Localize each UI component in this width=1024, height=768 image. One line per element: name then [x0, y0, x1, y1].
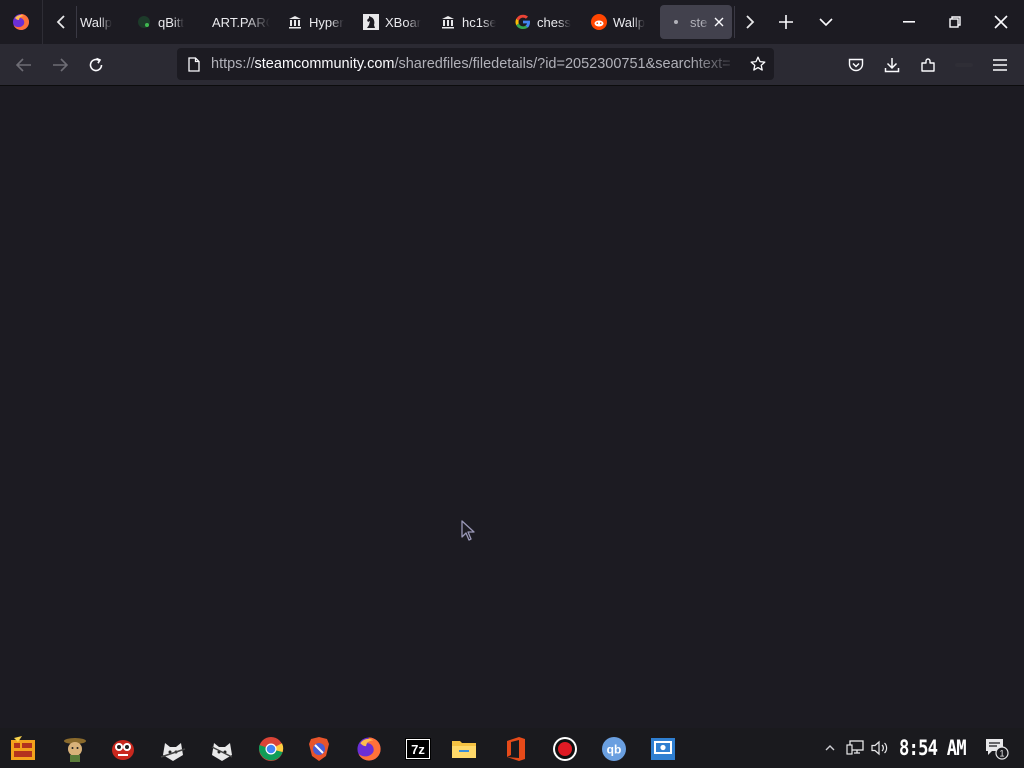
- back-button[interactable]: [8, 49, 40, 81]
- url-host: steamcommunity.com: [254, 56, 395, 72]
- tab-label: ste: [690, 14, 708, 30]
- tab-label: chess: [537, 14, 571, 30]
- game-character-icon[interactable]: [58, 732, 92, 766]
- red-character-icon[interactable]: [106, 732, 140, 766]
- reload-button[interactable]: [80, 49, 112, 81]
- chrome-icon[interactable]: [254, 732, 288, 766]
- page-icon[interactable]: [177, 56, 211, 72]
- pocket-button[interactable]: [840, 49, 872, 81]
- taskbar-clock[interactable]: 8:54 AM: [899, 734, 967, 762]
- qbittorrent-taskbar-icon[interactable]: qb: [597, 732, 631, 766]
- reddit-icon: [591, 14, 607, 30]
- tab-strip: Wallp qBitt ART.PARC Hyper XBoar hc1se c…: [0, 0, 1024, 44]
- url-path: /sharedfiles/filedetails/?id=2052300751&…: [394, 56, 731, 72]
- tab-wallp-2[interactable]: Wallp: [591, 5, 649, 39]
- network-icon[interactable]: [846, 728, 864, 768]
- scroll-tabs-left-button[interactable]: [46, 6, 77, 38]
- 7zip-icon[interactable]: 7z: [401, 732, 435, 766]
- downloads-button[interactable]: [876, 49, 908, 81]
- tab-label: Wallp: [613, 14, 646, 30]
- tab-label: hc1se: [462, 14, 496, 30]
- extension-icon[interactable]: [948, 49, 980, 81]
- tab-artparc[interactable]: ART.PARC: [212, 5, 270, 39]
- list-all-tabs-button[interactable]: [811, 6, 841, 38]
- tab-steam-active[interactable]: ste: [660, 5, 732, 39]
- firefox-icon[interactable]: [352, 732, 386, 766]
- page-content[interactable]: [0, 86, 1024, 728]
- screen-recorder-icon[interactable]: [548, 732, 582, 766]
- museum-icon: [440, 14, 456, 30]
- navigation-toolbar: https://steamcommunity.com/sharedfiles/f…: [0, 44, 1024, 86]
- notification-center-button[interactable]: 1: [982, 728, 1012, 768]
- svg-text:qb: qb: [607, 743, 622, 757]
- firefox-logo-icon[interactable]: [0, 0, 43, 44]
- tab-chess[interactable]: chess: [515, 5, 573, 39]
- tab-label: XBoar: [385, 14, 421, 30]
- remote-desktop-icon[interactable]: [646, 732, 680, 766]
- taskbar: 7z qb 8:54 AM 1: [0, 728, 1024, 768]
- tab-label: ART.PARC: [212, 14, 270, 30]
- loading-dot-icon: [668, 14, 684, 30]
- show-hidden-icons-button[interactable]: [824, 728, 836, 768]
- cat-app-icon-1[interactable]: [156, 732, 190, 766]
- url-bar[interactable]: https://steamcommunity.com/sharedfiles/f…: [177, 48, 774, 80]
- notification-count: 1: [999, 749, 1004, 759]
- scroll-tabs-right-button[interactable]: [734, 6, 765, 38]
- volume-icon[interactable]: [871, 728, 889, 768]
- brave-browser-icon[interactable]: [302, 732, 336, 766]
- extensions-button[interactable]: [912, 49, 944, 81]
- url-scheme: https://: [211, 56, 255, 72]
- tab-qbitt[interactable]: qBitt: [136, 5, 192, 39]
- app-menu-button[interactable]: [984, 49, 1016, 81]
- tab-wallp-1[interactable]: Wallp: [80, 5, 118, 39]
- google-icon: [515, 14, 531, 30]
- close-window-button[interactable]: [978, 0, 1024, 44]
- chess-knight-icon: [363, 14, 379, 30]
- new-tab-button[interactable]: [771, 6, 801, 38]
- restore-button[interactable]: [932, 0, 978, 44]
- tab-xboard[interactable]: XBoar: [363, 5, 421, 39]
- tab-hc1se[interactable]: hc1se: [440, 5, 496, 39]
- mouse-cursor-icon: [461, 520, 475, 541]
- forward-button[interactable]: [44, 49, 76, 81]
- tab-label: qBitt: [158, 14, 185, 30]
- tab-hyper[interactable]: Hyper: [287, 5, 345, 39]
- office-icon[interactable]: [499, 732, 533, 766]
- start-menu-icon[interactable]: [6, 732, 40, 766]
- file-explorer-icon[interactable]: [447, 732, 481, 766]
- minimize-button[interactable]: [886, 0, 932, 44]
- tab-label: Wallp: [80, 14, 113, 30]
- bookmark-star-icon[interactable]: [742, 56, 774, 72]
- url-text[interactable]: https://steamcommunity.com/sharedfiles/f…: [211, 56, 742, 72]
- qbittorrent-icon: [136, 14, 152, 30]
- close-tab-icon[interactable]: [714, 14, 724, 30]
- svg-text:7z: 7z: [411, 742, 425, 757]
- tab-label: Hyper: [309, 14, 344, 30]
- museum-icon: [287, 14, 303, 30]
- cat-app-icon-2[interactable]: [205, 732, 239, 766]
